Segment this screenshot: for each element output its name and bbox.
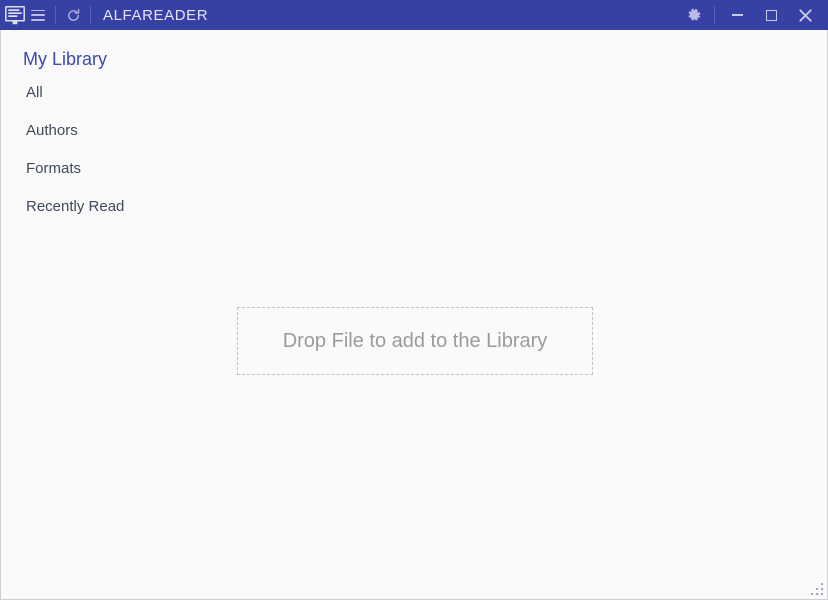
minimize-button[interactable] [720, 0, 754, 30]
settings-button[interactable] [679, 0, 709, 30]
close-button[interactable] [788, 0, 822, 30]
maximize-icon [765, 9, 777, 21]
minimize-icon [731, 14, 743, 16]
sidebar-item-recently-read[interactable]: Recently Read [1, 188, 231, 226]
refresh-button[interactable] [61, 0, 85, 30]
sidebar-item-all[interactable]: All [1, 74, 231, 112]
sidebar-item-formats[interactable]: Formats [1, 150, 231, 188]
titlebar-separator-3 [714, 6, 715, 24]
titlebar-separator-1 [55, 6, 56, 24]
sidebar-item-authors[interactable]: Authors [1, 112, 231, 150]
hamburger-menu-button[interactable] [26, 0, 50, 30]
title-bar[interactable]: ALFAREADER [0, 0, 828, 30]
gear-icon [688, 8, 700, 20]
refresh-icon [67, 8, 79, 21]
maximize-button[interactable] [754, 0, 788, 30]
dropzone-label: Drop File to add to the Library [282, 329, 548, 352]
page-title: My Library [23, 49, 108, 69]
sidebar: My Library All Authors Formats Recently … [1, 30, 231, 226]
app-title: ALFAREADER [103, 6, 209, 24]
app-window: ALFAREADER My Library All Authors Format… [0, 0, 828, 600]
main-content: My Library All Authors Formats Recently … [1, 30, 827, 599]
window-controls [679, 0, 828, 30]
titlebar-left-group: ALFAREADER [0, 0, 208, 30]
file-dropzone[interactable]: Drop File to add to the Library [237, 307, 593, 375]
hamburger-menu-icon [31, 9, 45, 21]
close-icon [798, 8, 812, 22]
titlebar-separator-2 [90, 6, 91, 24]
resize-grip-icon[interactable] [808, 580, 824, 596]
reader-monitor-icon [0, 0, 26, 30]
